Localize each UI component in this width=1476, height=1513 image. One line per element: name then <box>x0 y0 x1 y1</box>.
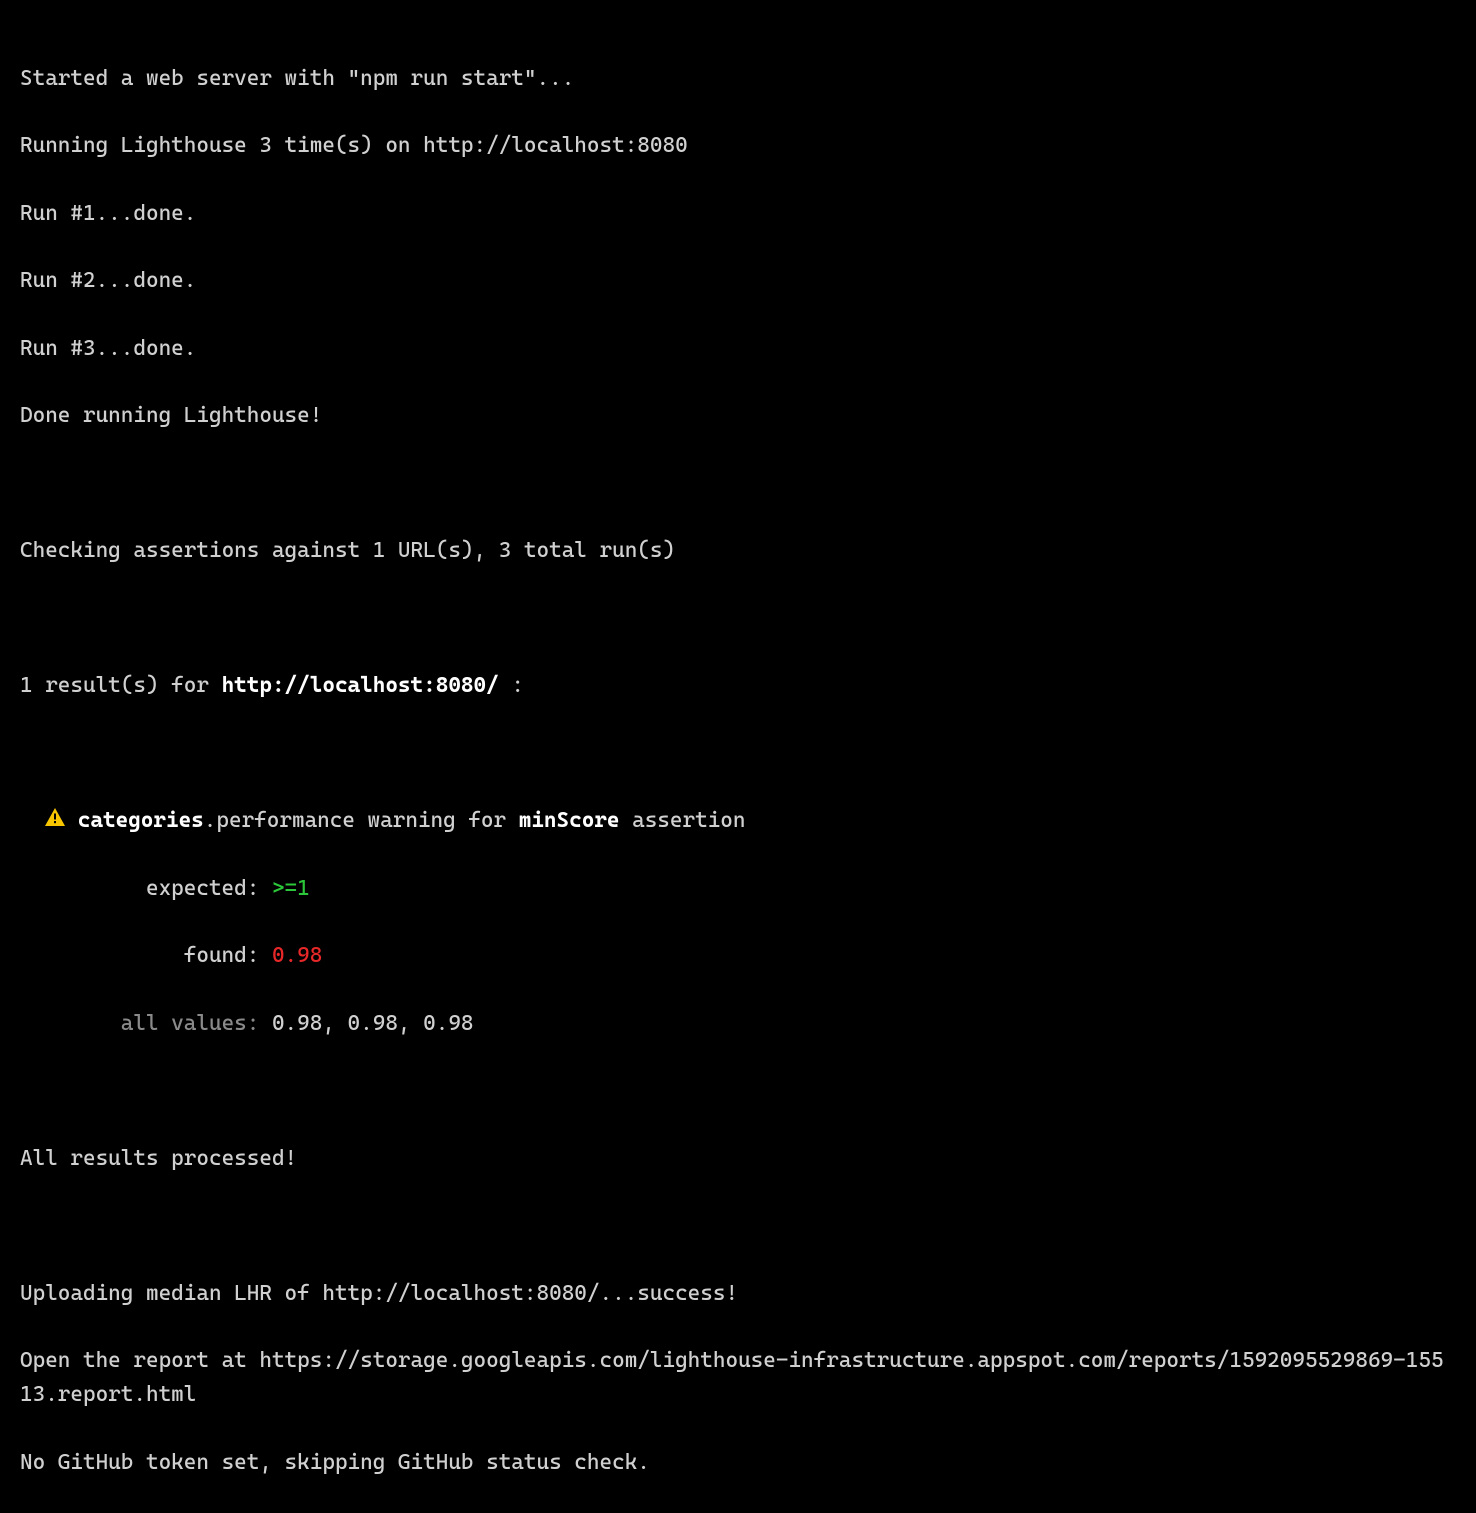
log-line: Checking assertions against 1 URL(s), 3 … <box>20 534 1456 568</box>
blank-line <box>20 1074 1456 1108</box>
all-values: 0.98, 0.98, 0.98 <box>272 1011 474 1036</box>
results-url: http://localhost:8080/ <box>222 673 499 698</box>
assertion-suffix: assertion <box>620 808 746 833</box>
minscore-label: minScore <box>519 808 620 833</box>
blank-line <box>20 602 1456 636</box>
blank-line <box>20 467 1456 501</box>
expected-operator: >= <box>272 876 297 901</box>
blank-line <box>20 1209 1456 1243</box>
log-line: Done running Lighthouse! <box>20 399 1456 433</box>
perf-warning-text: .performance warning for <box>204 808 519 833</box>
warning-line: categories.performance warning for minSc… <box>20 804 1456 838</box>
log-line: Run #2...done. <box>20 264 1456 298</box>
all-values-line: all values:0.98, 0.98, 0.98 <box>20 1007 1456 1041</box>
expected-line: expected:>=1 <box>20 872 1456 906</box>
all-values-label: all values: <box>20 1007 272 1041</box>
log-line: No GitHub token set, skipping GitHub sta… <box>20 1446 1456 1480</box>
found-line: found:0.98 <box>20 939 1456 973</box>
found-value: 0.98 <box>272 943 322 968</box>
log-line: Uploading median LHR of http://localhost… <box>20 1277 1456 1311</box>
log-line: Running Lighthouse 3 time(s) on http://l… <box>20 129 1456 163</box>
results-prefix: 1 result(s) for <box>20 673 222 698</box>
results-header: 1 result(s) for http://localhost:8080/ : <box>20 669 1456 703</box>
log-line: All results processed! <box>20 1142 1456 1176</box>
expected-label: expected: <box>20 872 272 906</box>
log-line: Started a web server with "npm run start… <box>20 62 1456 96</box>
blank-line <box>20 737 1456 771</box>
log-line: Run #3...done. <box>20 332 1456 366</box>
terminal-output: Started a web server with "npm run start… <box>20 28 1456 1513</box>
found-label: found: <box>20 939 272 973</box>
report-line: Open the report at https://storage.googl… <box>20 1344 1456 1412</box>
log-line: Run #1...done. <box>20 197 1456 231</box>
expected-value: 1 <box>297 876 310 901</box>
open-report-prefix: Open the report at <box>20 1348 259 1373</box>
categories-label: categories <box>78 808 204 833</box>
warning-icon <box>45 803 65 837</box>
results-suffix: : <box>499 673 524 698</box>
